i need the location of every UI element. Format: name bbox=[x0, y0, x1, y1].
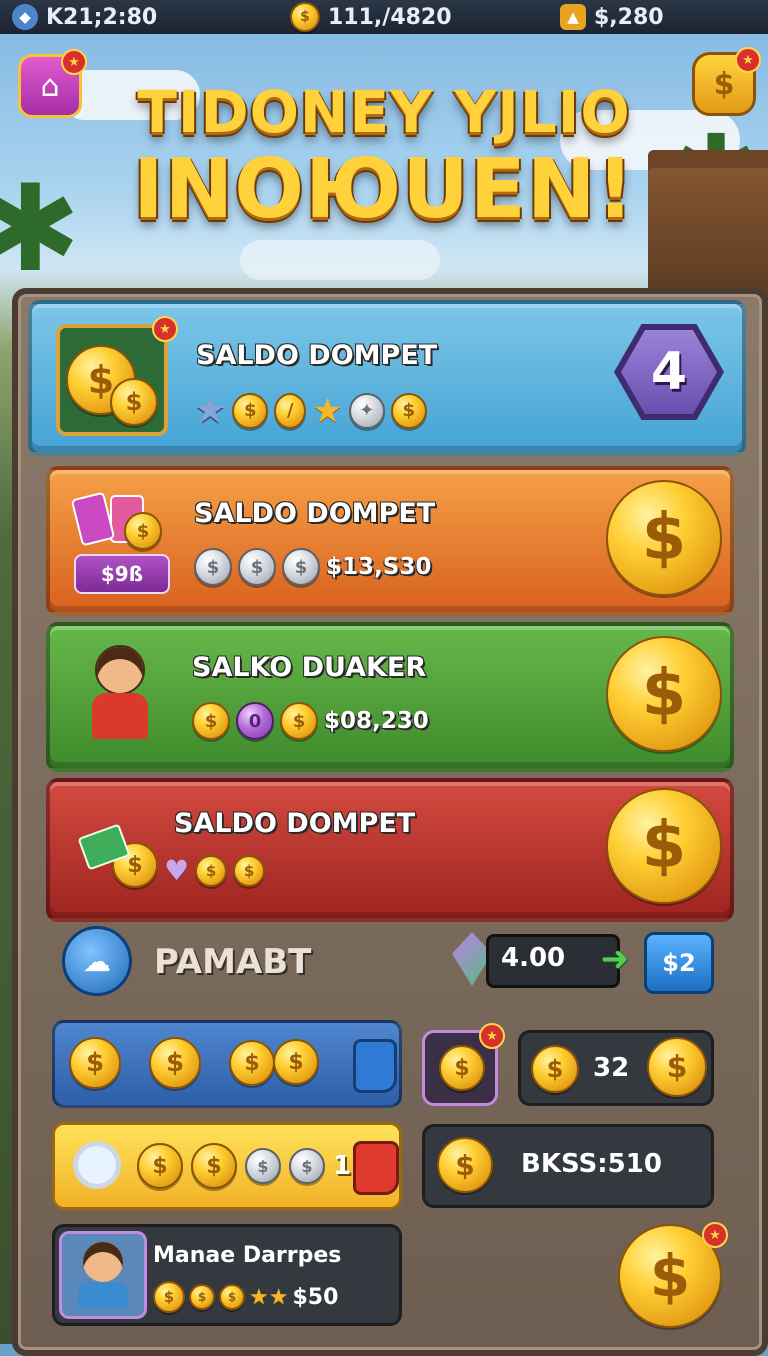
heart-icon: ♥ bbox=[164, 854, 190, 887]
row-2-rewards: $ $ $ $13,S30 bbox=[194, 548, 431, 586]
wallet-row-4[interactable]: $ SALDO DOMPET ♥ $ $ $ bbox=[46, 778, 734, 922]
notification-badge: ★ bbox=[702, 1222, 728, 1248]
profile-avatar bbox=[59, 1231, 147, 1319]
level-value: 4 bbox=[621, 330, 717, 414]
wallet-board: $ $ ★ SALDO DOMPET ★ $ / ★ ✦ $ 4 $ $9ß S… bbox=[12, 288, 768, 1356]
wallet-row-2[interactable]: $ $9ß SALDO DOMPET $ $ $ $13,S30 $ bbox=[46, 466, 734, 616]
star-icon: ★★ bbox=[249, 1284, 289, 1310]
wallet-row-1[interactable]: $ $ ★ SALDO DOMPET ★ $ / ★ ✦ $ 4 bbox=[28, 300, 746, 456]
blue-coin-panel[interactable]: $ $ $ $ bbox=[52, 1020, 402, 1108]
star-icon: ★ bbox=[312, 390, 343, 431]
yellow-count: 1 bbox=[333, 1151, 352, 1181]
flag-icon bbox=[353, 1141, 399, 1195]
yellow-coin-panel[interactable]: $ $ $ $ 1 bbox=[52, 1122, 402, 1210]
progress-bar: 4.00 ➜ bbox=[486, 934, 629, 988]
cards-and-coins-icon: $ bbox=[70, 484, 164, 554]
coin-pile-slot[interactable]: $ ★ bbox=[422, 1023, 505, 1106]
speech-bubble-icon: ☁ bbox=[83, 944, 111, 978]
coin-icon: $ bbox=[290, 2, 320, 32]
title-line-2: INOЮUEN! bbox=[133, 142, 635, 237]
gold-nugget-icon: ▲ bbox=[560, 4, 586, 30]
wallet-row-3[interactable]: SALKO DUAKER $ 0 $ $08,230 $ bbox=[46, 622, 734, 772]
row-1-rewards: ★ $ / ★ ✦ $ bbox=[194, 390, 427, 431]
player-avatar bbox=[80, 640, 160, 744]
coin-count-value: 32 bbox=[593, 1053, 630, 1083]
gem-value: K21;2:80 bbox=[46, 4, 158, 30]
gold-value: $,280 bbox=[594, 4, 664, 30]
bkss-panel[interactable]: $ BKSS:510 bbox=[422, 1124, 714, 1208]
flag-icon bbox=[353, 1039, 397, 1093]
magnifier-icon bbox=[73, 1141, 121, 1189]
notification-badge: ★ bbox=[61, 49, 87, 75]
profile-value: $50 bbox=[292, 1284, 339, 1310]
cash-and-coins-icon: $ bbox=[77, 802, 160, 892]
row-3-label: SALKO DUAKER bbox=[192, 652, 427, 683]
row-1-label: SALDO DOMPET bbox=[196, 340, 438, 371]
arrow-right-icon: ➜ bbox=[600, 939, 630, 979]
row-3-amount: $08,230 bbox=[324, 708, 429, 734]
collect-coin-button[interactable]: $ bbox=[606, 480, 722, 596]
chat-button[interactable]: ☁ bbox=[62, 926, 132, 996]
collect-coin-button[interactable]: $ bbox=[606, 636, 722, 752]
price-badge: $9ß bbox=[74, 554, 170, 594]
profile-panel[interactable]: Manae Darrpes $ $ $ ★★ $50 bbox=[52, 1224, 402, 1326]
row-2-label: SALDO DOMPET bbox=[194, 498, 436, 529]
resource-bar: ◆ K21;2:80 $ 111,/4820 ▲ $,280 bbox=[0, 0, 768, 34]
coin-value: 111,/4820 bbox=[328, 4, 452, 30]
buy-button[interactable]: $2 bbox=[644, 932, 714, 994]
collect-coin-button[interactable]: $ bbox=[606, 788, 722, 904]
level-badge: 4 bbox=[614, 324, 724, 420]
notification-badge: ★ bbox=[735, 47, 761, 73]
star-badge: ★ bbox=[152, 316, 178, 342]
gem-icon: ◆ bbox=[12, 4, 38, 30]
title-line-1: TIDONEY YJLIO bbox=[137, 78, 631, 146]
coin-counter: $ 111,/4820 bbox=[290, 0, 452, 34]
coin-count-panel: $ 32 $ bbox=[518, 1030, 714, 1106]
row-3-rewards: $ 0 $ $08,230 bbox=[192, 702, 429, 740]
footer-label: PAMABT bbox=[154, 942, 312, 982]
bkss-label: BKSS:510 bbox=[521, 1149, 662, 1179]
coin-icon: $ bbox=[437, 1137, 493, 1193]
gem-counter: ◆ K21;2:80 bbox=[12, 0, 157, 34]
star-badge: ★ bbox=[479, 1023, 505, 1049]
row-4-rewards: ♥ $ $ bbox=[164, 854, 266, 887]
progress-value: 4.00 bbox=[501, 943, 566, 973]
row-4-label: SALDO DOMPET bbox=[174, 808, 416, 839]
star-icon: ★ bbox=[194, 390, 227, 431]
coin-stack-icon: $ $ bbox=[56, 324, 168, 436]
gold-counter: ▲ $,280 bbox=[560, 0, 664, 34]
profile-name: Manae Darrpes bbox=[153, 1243, 342, 1268]
row-2-amount: $13,S30 bbox=[326, 554, 432, 580]
